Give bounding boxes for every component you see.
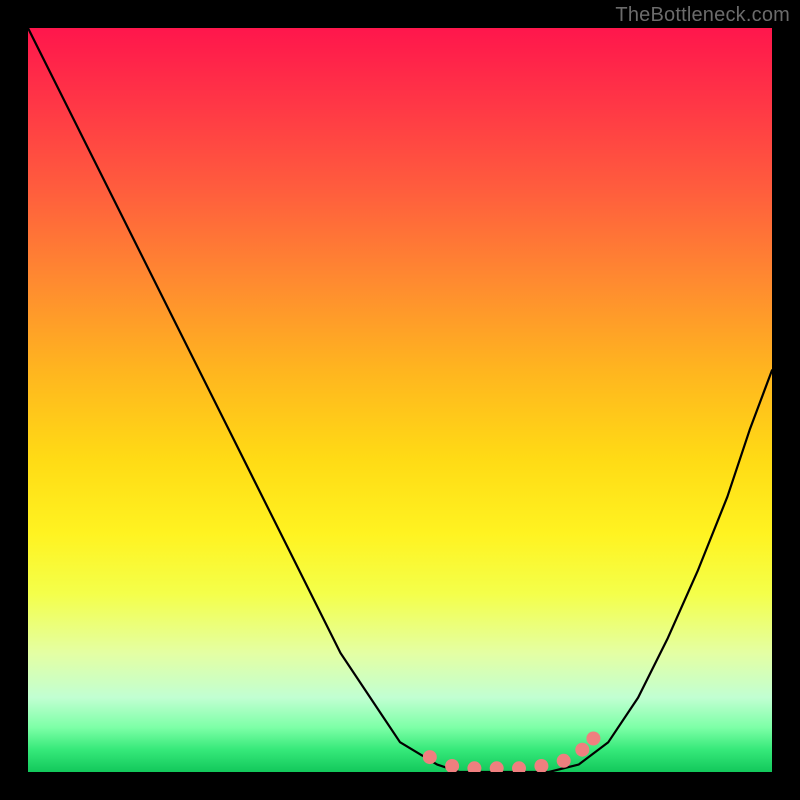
marker-dot [534,759,548,772]
marker-dot [586,732,600,746]
plot-area [28,28,772,772]
marker-dot [445,759,459,772]
marker-dot [512,761,526,772]
watermark-text: TheBottleneck.com [615,4,790,27]
marker-dot [490,761,504,772]
bottleneck-curve [28,28,772,772]
marker-dot [423,750,437,764]
marker-dot [557,754,571,768]
marker-dot [575,743,589,757]
chart-frame: TheBottleneck.com [0,0,800,800]
marker-dot [467,761,481,772]
chart-svg [28,28,772,772]
